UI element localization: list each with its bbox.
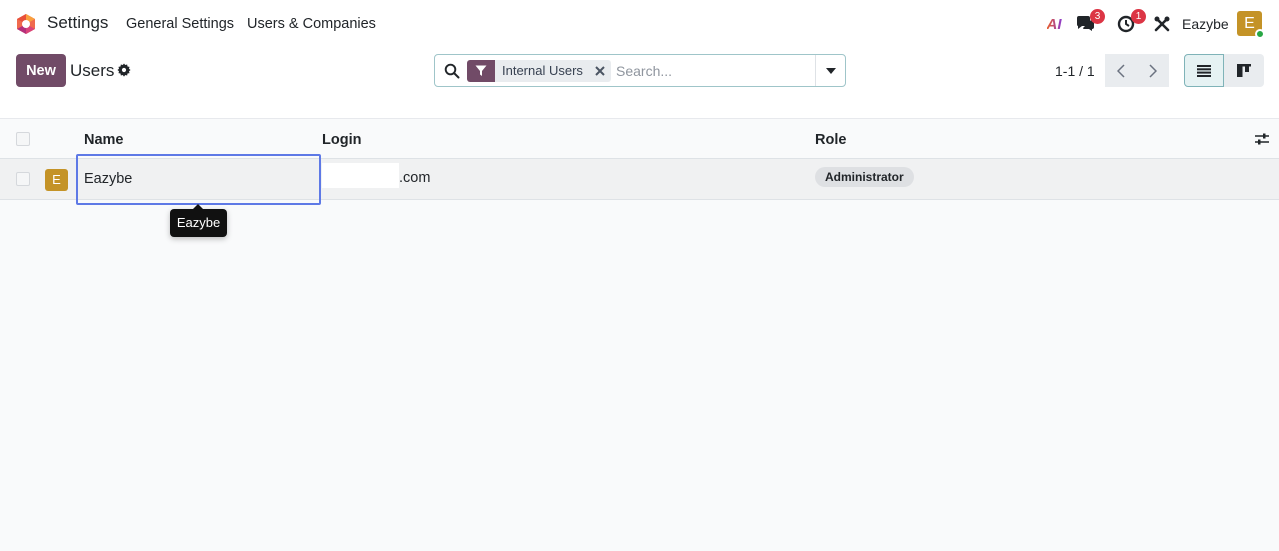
column-header-name[interactable]: Name <box>84 132 124 148</box>
login-redacted-area <box>322 163 399 188</box>
search-facet: Internal Users <box>467 60 611 82</box>
login-cell: .com <box>399 170 431 186</box>
search-icon[interactable] <box>444 63 460 79</box>
activities-button[interactable]: 1 <box>1115 9 1146 34</box>
menu-users-companies[interactable]: Users & Companies <box>247 16 376 32</box>
user-avatar-initial: E <box>1244 15 1255 32</box>
ai-button[interactable]: AI <box>1043 14 1065 34</box>
debug-tools-button[interactable] <box>1151 14 1173 34</box>
search-options-toggle[interactable] <box>815 55 845 86</box>
search-bar: Internal Users <box>434 54 846 87</box>
facet-remove-button[interactable] <box>588 60 611 82</box>
role-badge: Administrator <box>815 167 914 187</box>
chevron-left-icon <box>1117 63 1125 78</box>
gear-icon[interactable] <box>117 63 131 77</box>
activities-count-badge: 1 <box>1131 9 1146 24</box>
filter-icon <box>467 60 495 82</box>
messages-button[interactable]: 3 <box>1074 9 1105 34</box>
kanban-view-button[interactable] <box>1224 54 1264 87</box>
control-panel: New Users Internal Users 1-1 / 1 <box>0 48 1279 119</box>
breadcrumb-users: Users <box>70 61 115 80</box>
tools-icon <box>1154 16 1170 32</box>
column-header-role[interactable]: Role <box>815 132 846 148</box>
user-menu-name[interactable]: Eazybe <box>1182 16 1229 32</box>
optional-columns-sliders-icon[interactable] <box>1255 132 1269 146</box>
facet-label: Internal Users <box>495 60 589 82</box>
search-input[interactable] <box>616 60 816 82</box>
messages-count-badge: 3 <box>1090 9 1105 24</box>
top-navbar: Settings General Settings Users & Compan… <box>0 0 1279 48</box>
name-cell[interactable]: Eazybe <box>76 154 321 205</box>
pager-value[interactable]: 1-1 / 1 <box>1055 63 1095 79</box>
column-header-login[interactable]: Login <box>322 132 361 148</box>
pager-previous-button[interactable] <box>1105 54 1137 87</box>
close-icon <box>595 66 605 76</box>
select-all-checkbox[interactable] <box>16 132 30 146</box>
kanban-view-icon <box>1237 64 1251 77</box>
user-avatar[interactable]: E <box>1237 11 1265 39</box>
chevron-right-icon <box>1149 63 1157 78</box>
name-tooltip: Eazybe <box>170 204 227 237</box>
menu-general-settings[interactable]: General Settings <box>126 16 234 32</box>
caret-down-icon <box>825 67 836 74</box>
list-view-icon <box>1197 64 1211 77</box>
row-checkbox[interactable] <box>16 172 30 186</box>
ai-icon: AI <box>1046 15 1062 33</box>
name-cell-text: Eazybe <box>84 171 133 187</box>
odoo-app-logo-icon[interactable] <box>14 12 38 36</box>
row-avatar-initial: E <box>52 172 61 187</box>
app-name[interactable]: Settings <box>47 13 108 33</box>
list-header: Name Login Role <box>0 119 1279 159</box>
row-user-avatar: E <box>45 169 68 191</box>
online-status-dot <box>1255 29 1265 39</box>
new-button[interactable]: New <box>16 54 66 87</box>
pager-next-button[interactable] <box>1137 54 1169 87</box>
list-view-button[interactable] <box>1184 54 1224 87</box>
